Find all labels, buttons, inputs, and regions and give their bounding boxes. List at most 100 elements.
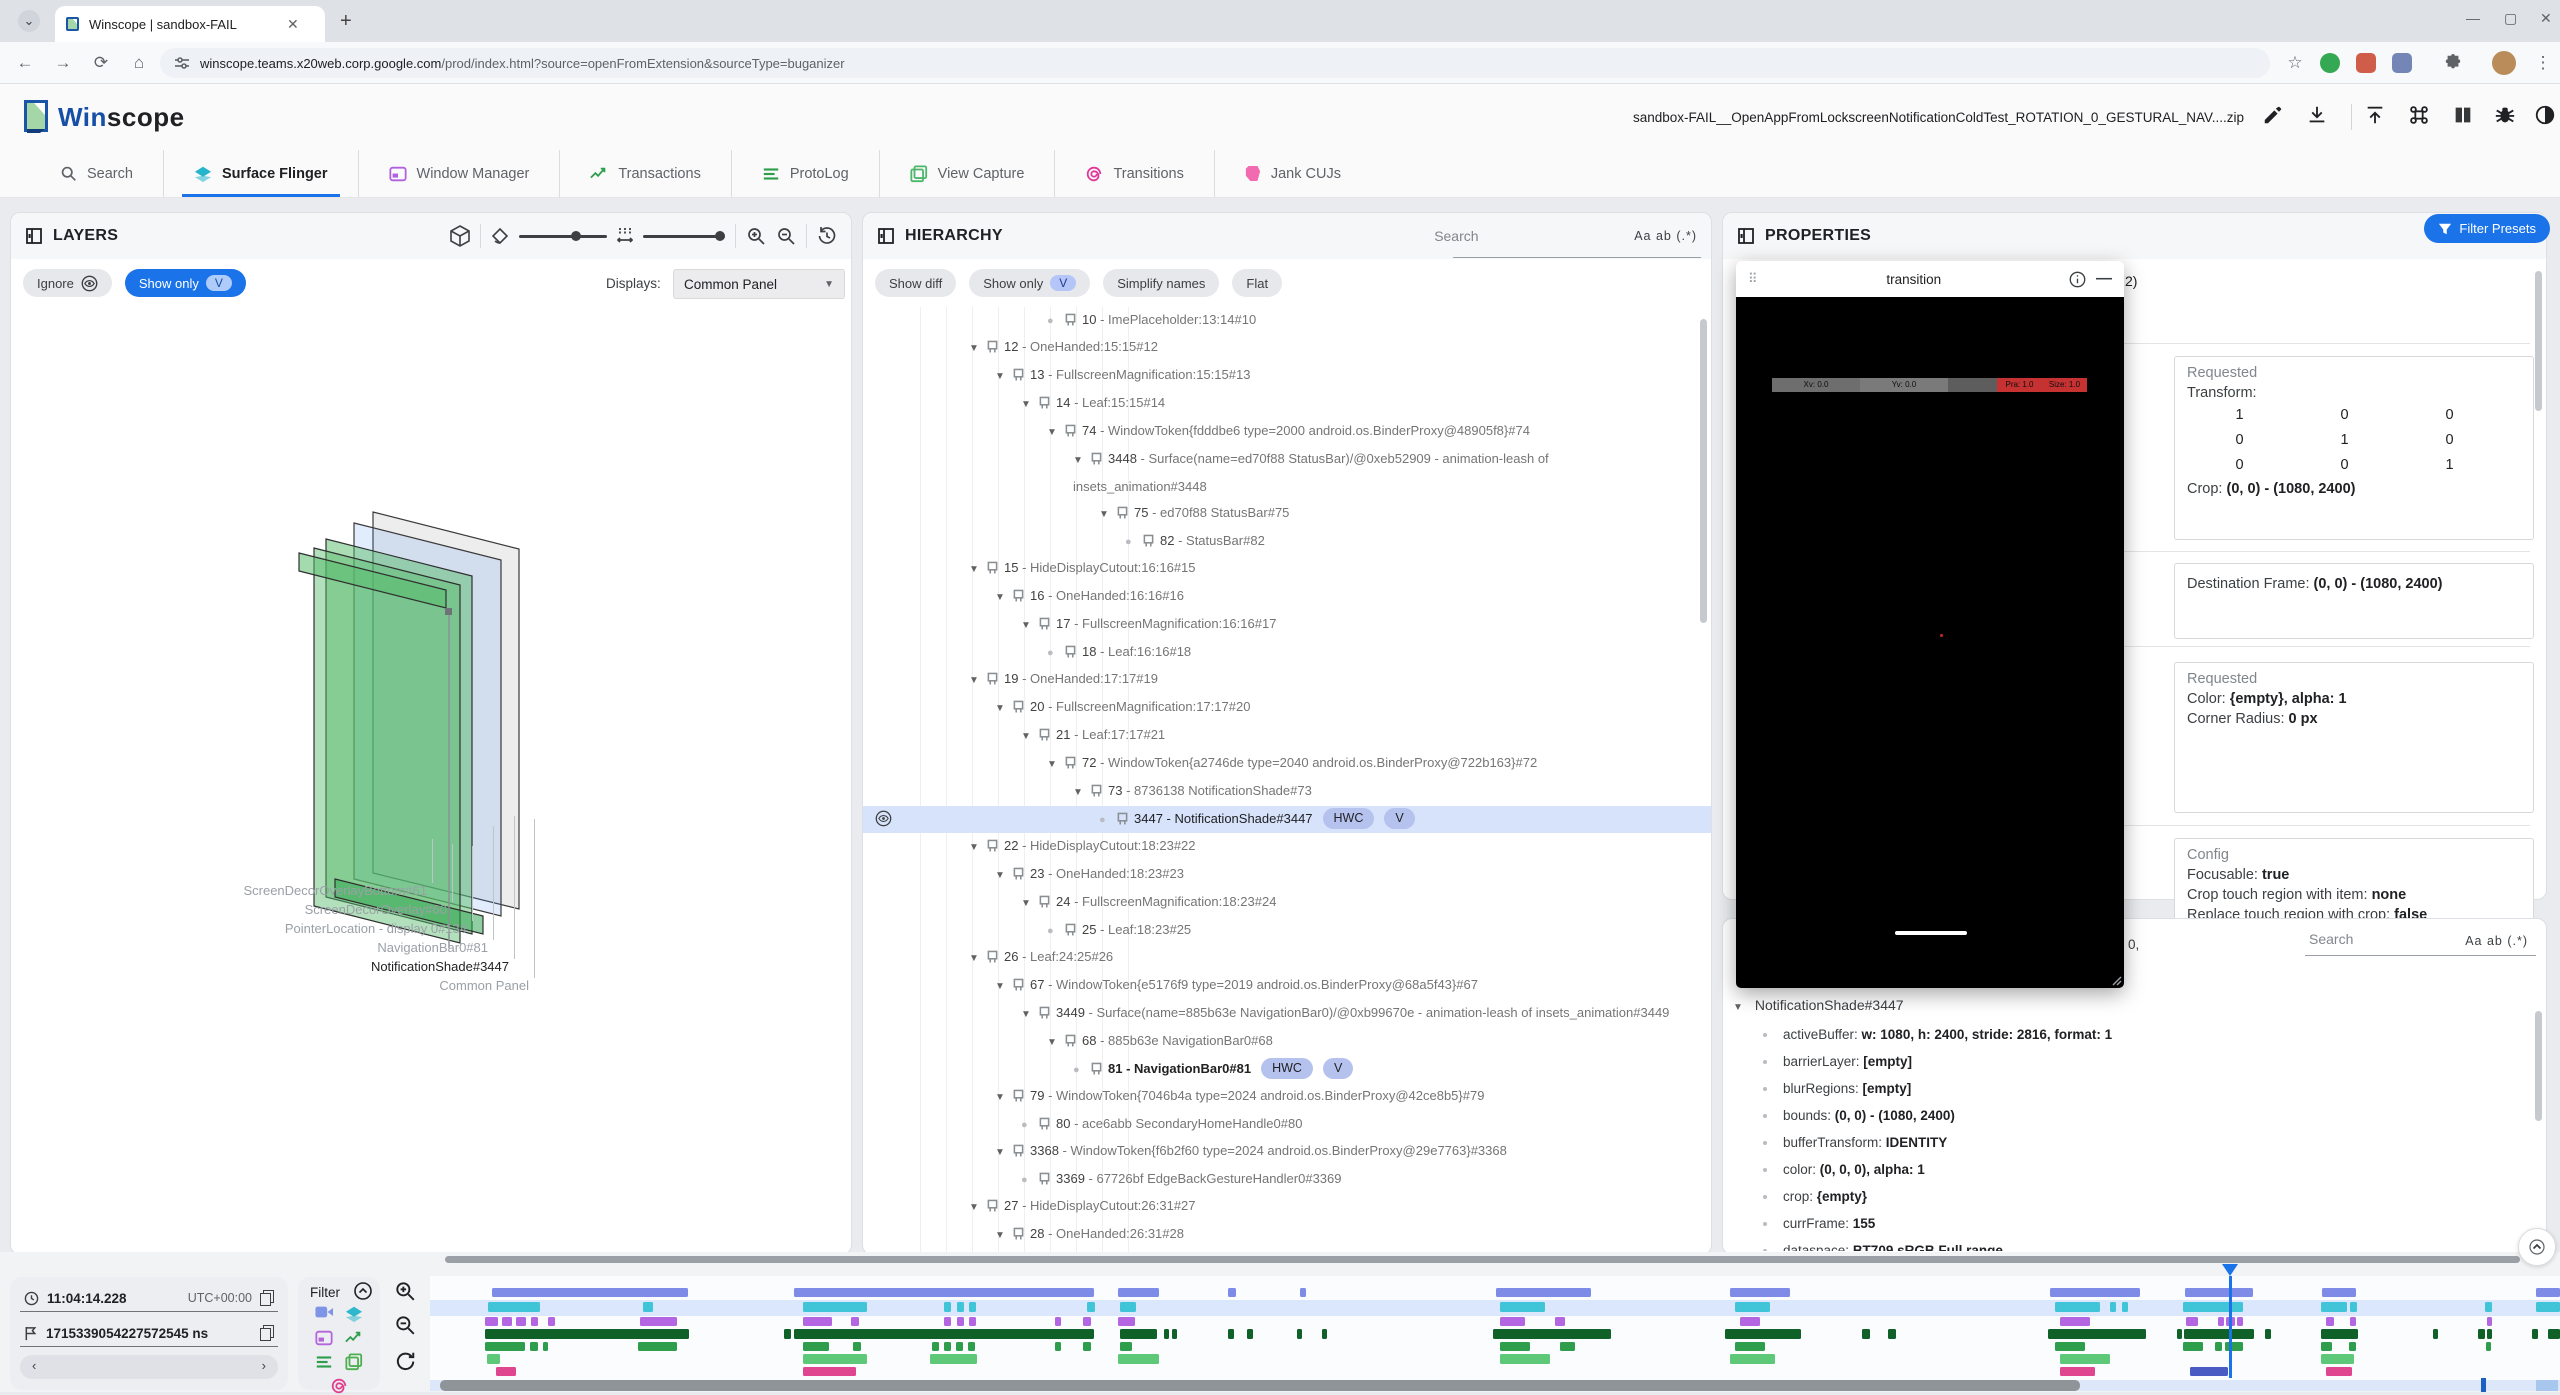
trace-block-window-manager[interactable]	[1083, 1317, 1091, 1326]
trace-block-window-manager[interactable]	[485, 1317, 498, 1326]
expand-arrow-icon[interactable]: ▼	[995, 1223, 1013, 1249]
hierarchy-scrollbar[interactable]	[1700, 319, 1707, 623]
trace-block-protolog[interactable]	[1120, 1342, 1132, 1351]
trace-block-surface-flinger[interactable]	[957, 1302, 964, 1312]
nanoseconds-input[interactable]: 1715339054227572545 ns	[20, 1320, 278, 1347]
property-activeBuffer[interactable]: activeBuffer: w: 1080, h: 2400, stride: …	[1733, 1021, 2526, 1048]
trace-block-surface-flinger[interactable]	[944, 1302, 951, 1312]
trace-block-transactions[interactable]	[1888, 1329, 1896, 1339]
layer-label[interactable]: ScreenDecorOverlay#60	[305, 902, 447, 917]
tree-node-79[interactable]: ▼79 - WindowToken{7046b4a type=2024 andr…	[863, 1083, 1711, 1111]
extensions-puzzle-icon[interactable]	[2440, 50, 2466, 76]
reload-icon[interactable]: ⟳	[88, 50, 114, 76]
browser-menu-icon[interactable]: ⋮	[2530, 50, 2556, 76]
trace-block-window-manager[interactable]	[2060, 1317, 2090, 1326]
show-only-chip[interactable]: Show only V	[125, 269, 246, 297]
trace-block-protolog[interactable]	[956, 1342, 963, 1351]
tree-node-18[interactable]: ●18 - Leaf:16:16#18	[863, 639, 1711, 666]
trace-block-protolog[interactable]	[1055, 1342, 1061, 1351]
trace-block-window-manager[interactable]	[1055, 1317, 1061, 1326]
profile-avatar[interactable]	[2492, 51, 2516, 75]
tab-search[interactable]: Search	[30, 150, 163, 197]
trace-block-surface-flinger[interactable]	[2485, 1302, 2492, 1312]
trace-block-screen-recording[interactable]	[1300, 1288, 1306, 1297]
trace-block-protolog[interactable]	[2055, 1342, 2085, 1351]
rotation-icon[interactable]	[491, 227, 509, 245]
trace-block-surface-flinger[interactable]	[803, 1302, 867, 1312]
reset-view-icon[interactable]	[817, 226, 837, 246]
chip-flat[interactable]: Flat	[1232, 269, 1282, 297]
transition-screenshot-window[interactable]: ⠿ transition — Xv: 0.0Yv: 0.0Pra: 1.0Siz…	[1736, 261, 2124, 988]
trace-block-protolog[interactable]	[530, 1342, 538, 1351]
properties-search-input[interactable]: Search	[2309, 931, 2353, 947]
trace-block-surface-flinger[interactable]	[2350, 1302, 2357, 1312]
trace-block-view-capture[interactable]	[2321, 1354, 2354, 1364]
trace-block-screen-recording[interactable]	[1228, 1288, 1236, 1297]
collapse-timeline-button[interactable]	[2518, 1228, 2556, 1266]
trace-block-screen-recording[interactable]	[2536, 1288, 2560, 1297]
tree-node-80[interactable]: ●80 - ace6abb SecondaryHomeHandle0#80	[863, 1111, 1711, 1138]
tab-search-chevron-icon[interactable]: ⌄	[18, 10, 40, 32]
tree-node-3369[interactable]: ●3369 - 67726bf EdgeBackGestureHandler0#…	[863, 1166, 1711, 1193]
search-match-options[interactable]: Aa ab (.*)	[2465, 934, 2528, 948]
timeline-zoom-in-icon[interactable]	[394, 1280, 416, 1302]
copy-icon[interactable]	[260, 1290, 274, 1306]
tab-close-icon[interactable]: ✕	[287, 16, 299, 33]
expand-arrow-icon[interactable]: ▼	[1047, 752, 1065, 778]
trace-block-window-manager[interactable]	[531, 1317, 538, 1326]
expand-arrow-icon[interactable]: ▼	[1021, 1002, 1039, 1028]
expand-arrow-icon[interactable]: ▼	[969, 946, 987, 972]
trace-block-screen-recording[interactable]	[1118, 1288, 1159, 1297]
tree-node-23[interactable]: ▼23 - OneHanded:18:23#23	[863, 861, 1711, 889]
documentation-icon[interactable]	[2452, 104, 2478, 130]
chip-simplify-names[interactable]: Simplify names	[1103, 269, 1219, 297]
tree-node-82[interactable]: ●82 - StatusBar#82	[863, 528, 1711, 555]
trace-block-protolog[interactable]	[1735, 1342, 1765, 1351]
trace-block-surface-flinger[interactable]	[2110, 1302, 2116, 1312]
tree-node-19[interactable]: ▼19 - OneHanded:17:17#19	[863, 666, 1711, 694]
trace-block-window-manager[interactable]	[1555, 1317, 1565, 1326]
trace-block-protolog[interactable]	[2321, 1342, 2332, 1351]
tree-node-10[interactable]: ●10 - ImePlaceholder:13:14#10	[863, 307, 1711, 334]
protolog-icon[interactable]	[315, 1353, 333, 1371]
tree-node-3447[interactable]: ●3447 - NotificationShade#3447HWCV	[863, 806, 1711, 833]
tree-node-24[interactable]: ▼24 - FullscreenMagnification:18:23#24	[863, 889, 1711, 917]
expand-arrow-icon[interactable]: ▼	[995, 585, 1013, 611]
trace-block-screen-recording[interactable]	[1730, 1288, 1790, 1297]
tab-window-manager[interactable]: Window Manager	[358, 150, 560, 197]
site-settings-icon[interactable]	[174, 55, 190, 71]
expand-arrow-icon[interactable]: ▼	[995, 364, 1013, 390]
window-maximize-icon[interactable]: ▢	[2504, 10, 2517, 27]
trace-block-transitions[interactable]	[2060, 1367, 2095, 1376]
trace-block-window-manager[interactable]	[957, 1317, 964, 1326]
drag-handle-icon[interactable]: ⠿	[1748, 271, 1759, 287]
trace-block-transactions[interactable]	[1322, 1329, 1327, 1339]
trace-block-jank-cujs[interactable]	[2190, 1367, 2228, 1376]
trace-block-transactions[interactable]	[1297, 1329, 1302, 1339]
trace-block-surface-flinger[interactable]	[1087, 1302, 1095, 1312]
back-icon[interactable]: ←	[12, 50, 38, 76]
tree-node-3448[interactable]: ▼3448 - Surface(name=ed70f88 StatusBar)/…	[863, 446, 1711, 500]
trace-block-protolog[interactable]	[2225, 1342, 2243, 1351]
trace-block-protolog[interactable]	[853, 1342, 861, 1351]
copy-icon[interactable]	[260, 1325, 274, 1341]
wall-clock-input[interactable]: 11:04:14.228 UTC+00:00	[20, 1285, 278, 1312]
tab-transitions[interactable]: Transitions	[1054, 150, 1213, 197]
trace-block-protolog[interactable]	[2183, 1342, 2203, 1351]
proto-root-node[interactable]: ▼ NotificationShade#3447	[1733, 997, 1904, 1013]
tree-node-14[interactable]: ▼14 - Leaf:15:15#14	[863, 390, 1711, 418]
bookmark-star-icon[interactable]: ☆	[2282, 50, 2308, 76]
property-dataspace[interactable]: dataspace: BT709 sRGB Full range	[1733, 1237, 2526, 1251]
trace-block-protolog[interactable]	[1560, 1342, 1575, 1351]
trace-block-window-manager[interactable]	[803, 1317, 832, 1326]
expand-arrow-icon[interactable]: ▼	[1047, 420, 1065, 446]
report-bug-icon[interactable]	[2494, 104, 2520, 130]
trace-block-transactions[interactable]	[1228, 1329, 1234, 1339]
info-icon[interactable]	[2069, 271, 2086, 288]
expand-arrow-icon[interactable]: ▼	[969, 668, 987, 694]
extension-red-icon[interactable]	[2356, 53, 2376, 73]
tree-node-68[interactable]: ▼68 - 885b63e NavigationBar0#68	[863, 1028, 1711, 1056]
trace-block-protolog[interactable]	[2215, 1342, 2222, 1351]
url-bar[interactable]: winscope.teams.x20web.corp.google.com/pr…	[160, 48, 2270, 78]
trace-block-screen-recording[interactable]	[1496, 1288, 1591, 1297]
